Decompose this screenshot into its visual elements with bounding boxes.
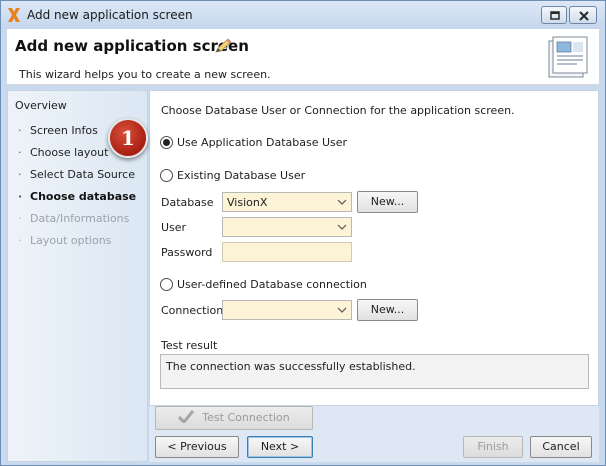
bullet-icon: · (18, 190, 23, 203)
user-defined-connection-radio[interactable] (160, 278, 173, 291)
steps-heading: Overview (15, 99, 67, 112)
connection-label: Connection (161, 304, 224, 317)
bullet-icon: · (18, 124, 22, 137)
existing-user-radio[interactable] (160, 169, 173, 182)
wizard-document-icon (548, 36, 588, 78)
test-result-box: The connection was successfully establis… (160, 354, 589, 389)
next-button[interactable]: Next > (247, 436, 313, 458)
step-screen-infos: · Screen Infos (18, 124, 98, 137)
step-data-informations: · Data/Informations (18, 212, 130, 225)
chevron-down-icon (337, 224, 347, 230)
window-title: Add new application screen (27, 8, 193, 22)
step-choose-layout: · Choose layout (18, 146, 109, 159)
bullet-icon: · (18, 212, 22, 225)
bullet-icon: · (18, 168, 22, 181)
database-value: VisionX (227, 196, 268, 209)
finish-button[interactable]: Finish (463, 436, 523, 458)
step-layout-options: · Layout options (18, 234, 112, 247)
wizard-header: Add new application screen This wizard h… (7, 29, 599, 85)
database-new-button[interactable]: New... (357, 191, 418, 213)
chevron-down-icon (337, 199, 347, 205)
restore-icon (550, 11, 560, 20)
visionx-logo-icon (8, 8, 20, 22)
bullet-icon: · (18, 234, 22, 247)
wizard-window: Add new application screen Add new appli… (0, 0, 606, 466)
test-connection-button[interactable]: Test Connection (155, 406, 313, 430)
bullet-icon: · (18, 146, 22, 159)
badge-number: 1 (121, 126, 135, 150)
database-combo[interactable]: VisionX (222, 192, 352, 212)
test-connection-label: Test Connection (202, 411, 290, 424)
close-icon (579, 11, 589, 21)
wizard-content: Choose Database User or Connection for t… (149, 90, 599, 406)
existing-user-radio-label[interactable]: Existing Database User (177, 169, 305, 182)
step-prompt: Choose Database User or Connection for t… (161, 104, 515, 117)
chevron-down-icon (337, 307, 347, 313)
password-field[interactable] (222, 242, 352, 262)
cancel-button[interactable]: Cancel (530, 436, 592, 458)
user-defined-connection-radio-label[interactable]: User-defined Database connection (177, 278, 367, 291)
step-choose-database: · Choose database (18, 190, 137, 203)
user-label: User (161, 221, 187, 234)
connection-combo[interactable] (222, 300, 352, 320)
step-select-data-source: · Select Data Source (18, 168, 135, 181)
page-subtitle: This wizard helps you to create a new sc… (19, 68, 271, 81)
title-bar[interactable]: Add new application screen (1, 1, 605, 29)
test-result-text: The connection was successfully establis… (166, 360, 416, 373)
connection-new-button[interactable]: New... (357, 299, 418, 321)
close-button[interactable] (569, 6, 597, 24)
previous-button[interactable]: < Previous (155, 436, 239, 458)
password-label: Password (161, 246, 213, 259)
restore-button[interactable] (541, 6, 567, 24)
app-user-radio[interactable] (160, 136, 173, 149)
database-label: Database (161, 196, 214, 209)
pencil-icon (215, 38, 232, 53)
app-user-radio-label[interactable]: Use Application Database User (177, 136, 347, 149)
test-result-heading: Test result (161, 339, 218, 352)
user-combo[interactable] (222, 217, 352, 237)
step-number-badge: 1 (108, 118, 148, 158)
checkmark-icon (178, 410, 195, 423)
wizard-footer: Test Connection < Previous Next > Finish… (149, 406, 599, 462)
